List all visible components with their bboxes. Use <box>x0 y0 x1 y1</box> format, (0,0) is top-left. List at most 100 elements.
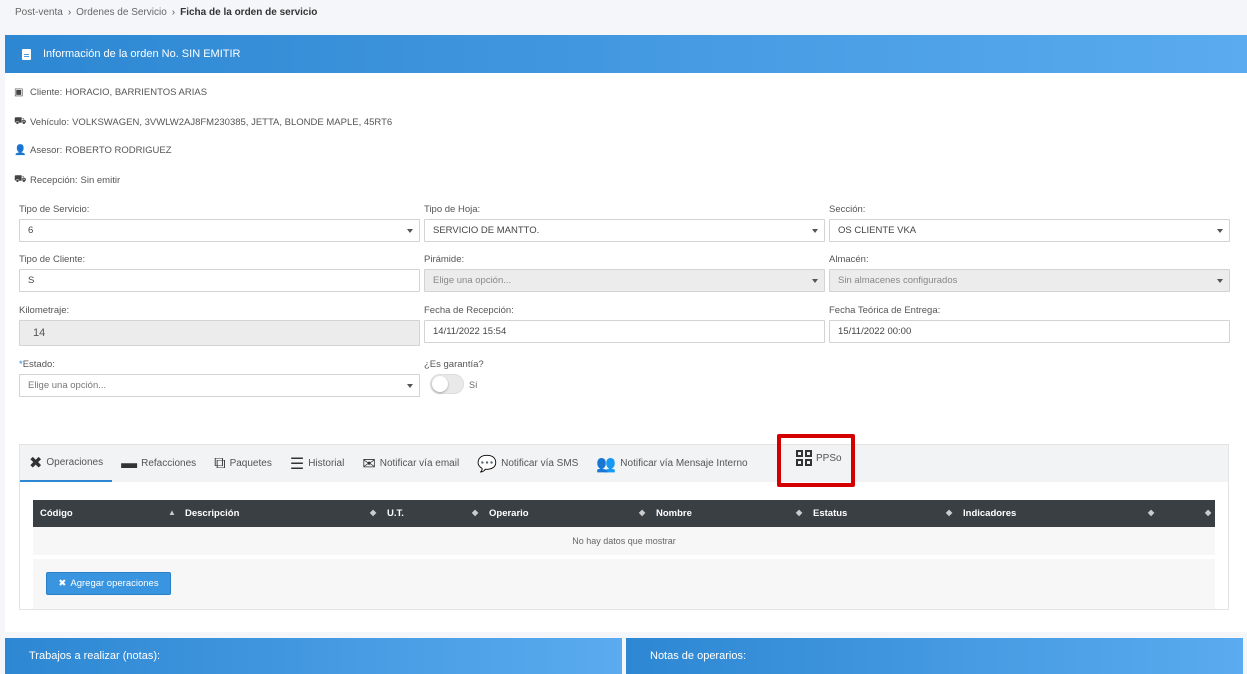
tipo-cliente-input[interactable]: S <box>19 269 420 292</box>
notes-title: Trabajos a realizar (notas): <box>29 650 161 662</box>
estado-label-text: Estado: <box>22 359 55 370</box>
sort-icon[interactable]: ◆ <box>1148 508 1154 517</box>
document-icon <box>22 48 31 60</box>
kilometraje-value: 14 <box>33 327 46 339</box>
table-footer: ✖ Agregar operaciones <box>33 559 1215 609</box>
fecha-recepcion-value: 14/11/2022 15:54 <box>433 326 507 337</box>
tab-label: Notificar vía Mensaje Interno <box>620 458 748 469</box>
col-descripcion[interactable]: Descripción <box>185 508 239 519</box>
tools-icon: ✖ <box>29 454 43 472</box>
user-check-icon: 👤 <box>14 145 27 156</box>
almacen-select[interactable]: Sin almacenes configurados <box>829 269 1230 292</box>
estado-label: *Estado: <box>19 359 55 370</box>
col-operario[interactable]: Operario <box>489 508 529 519</box>
caret-down-icon <box>407 229 413 233</box>
col-ut[interactable]: U.T. <box>387 508 404 519</box>
tipo-hoja-select[interactable]: SERVICIO DE MANTTO. <box>424 219 825 242</box>
id-card-icon: ▣ <box>14 87 24 98</box>
garantia-toggle[interactable] <box>430 374 464 394</box>
chevron-right-icon: › <box>171 7 176 18</box>
piramide-select[interactable]: Elige una opción... <box>424 269 825 292</box>
tab-label: Notificar vía email <box>379 458 460 469</box>
tipo-servicio-label: Tipo de Servicio: <box>19 204 90 215</box>
sort-icon[interactable]: ◆ <box>639 508 645 517</box>
sort-icon[interactable]: ◆ <box>1205 508 1211 517</box>
tab-refacciones[interactable]: ▬ Refacciones <box>112 445 205 482</box>
highlight-box <box>777 434 855 487</box>
chevron-right-icon: › <box>67 7 72 18</box>
tipo-servicio-value: 6 <box>28 225 34 236</box>
add-operations-button[interactable]: ✖ Agregar operaciones <box>46 572 171 595</box>
cliente-value: HORACIO, BARRIENTOS ARIAS <box>65 87 208 98</box>
tab-label: Refacciones <box>141 458 197 469</box>
caret-down-icon <box>1217 229 1223 233</box>
tab-notificar-sms[interactable]: 💬 Notificar vía SMS <box>468 445 587 482</box>
col-codigo[interactable]: Código <box>40 508 73 519</box>
seccion-select[interactable]: OS CLIENTE VKA <box>829 219 1230 242</box>
empty-message: No hay datos que mostrar <box>33 527 1215 555</box>
operator-notes-title: Notas de operarios: <box>650 650 746 662</box>
garantia-toggle-label: Sí <box>469 380 478 390</box>
col-estatus[interactable]: Estatus <box>813 508 847 519</box>
tab-label: Notificar vía SMS <box>501 458 579 469</box>
vehiculo-value: VOLKSWAGEN, 3VWLW2AJ8FM230385, JETTA, BL… <box>72 117 393 128</box>
asesor-label: Asesor: <box>30 145 63 156</box>
vehiculo-label: Vehículo: <box>30 117 70 128</box>
table-header: Código ▲ Descripción ◆ U.T. ◆ Operario ◆… <box>33 500 1215 527</box>
tools-icon: ✖ <box>58 578 67 589</box>
col-indicadores[interactable]: Indicadores <box>963 508 1016 519</box>
comments-icon: 💬 <box>477 455 498 473</box>
estado-select[interactable]: Elige una opción... <box>19 374 420 397</box>
tab-notificar-email[interactable]: ✉ Notificar vía email <box>353 445 468 482</box>
caret-down-icon <box>812 229 818 233</box>
sort-icon[interactable]: ◆ <box>370 508 376 517</box>
envelope-icon: ✉ <box>362 455 376 473</box>
seccion-label: Sección: <box>829 204 866 215</box>
sort-asc-icon[interactable]: ▲ <box>168 508 176 517</box>
caret-down-icon <box>812 279 818 283</box>
sort-icon[interactable]: ◆ <box>946 508 952 517</box>
breadcrumb-post-venta[interactable]: Post-venta <box>15 7 63 18</box>
tab-historial[interactable]: ☰ Historial <box>281 445 353 482</box>
tab-notificar-interno[interactable]: 👥 Notificar vía Mensaje Interno <box>587 445 756 482</box>
tab-label: Operaciones <box>46 457 104 468</box>
piramide-label: Pirámide: <box>424 254 465 265</box>
tab-paquetes[interactable]: ⧉ Paquetes <box>205 445 281 482</box>
garantia-label: ¿Es garantía? <box>424 359 484 370</box>
fecha-recepcion-input[interactable]: 14/11/2022 15:54 <box>424 320 825 343</box>
tipo-cliente-label: Tipo de Cliente: <box>19 254 86 265</box>
kilometraje-label: Kilometraje: <box>19 305 70 316</box>
battery-icon: ▬ <box>121 454 138 472</box>
sort-icon[interactable]: ◆ <box>796 508 802 517</box>
breadcrumb-current: Ficha de la orden de servicio <box>180 7 318 18</box>
tipo-hoja-label: Tipo de Hoja: <box>424 204 481 215</box>
info-asesor: 👤 Asesor: ROBERTO RODRIGUEZ <box>14 145 172 156</box>
tab-label: Historial <box>308 458 345 469</box>
recepcion-label: Recepción: <box>30 175 78 186</box>
sort-icon[interactable]: ◆ <box>472 508 478 517</box>
col-nombre[interactable]: Nombre <box>656 508 692 519</box>
estado-value: Elige una opción... <box>28 380 107 391</box>
car-icon: ⛟ <box>14 174 27 185</box>
kilometraje-input[interactable]: 14 <box>19 320 420 346</box>
operator-notes-card-header: Notas de operarios: <box>626 638 1243 674</box>
breadcrumb: Post-venta › Ordenes de Servicio › Ficha… <box>15 7 317 18</box>
tab-operaciones[interactable]: ✖ Operaciones <box>20 445 113 482</box>
fecha-entrega-input[interactable]: 15/11/2022 00:00 <box>829 320 1230 343</box>
caret-down-icon <box>1217 279 1223 283</box>
notes-card-header: Trabajos a realizar (notas): <box>5 638 622 674</box>
tipo-servicio-select[interactable]: 6 <box>19 219 420 242</box>
info-vehiculo: ⛟ Vehículo: VOLKSWAGEN, 3VWLW2AJ8FM23038… <box>14 116 392 129</box>
list-icon: ☰ <box>289 455 305 473</box>
piramide-value: Elige una opción... <box>433 275 512 286</box>
fecha-entrega-label: Fecha Teórica de Entrega: <box>829 305 941 316</box>
seccion-value: OS CLIENTE VKA <box>838 225 917 236</box>
page-title: Información de la orden No. SIN EMITIR <box>43 48 241 60</box>
recepcion-value: Sin emitir <box>80 175 121 186</box>
breadcrumb-ordenes[interactable]: Ordenes de Servicio <box>76 7 167 18</box>
fecha-recepcion-label: Fecha de Recepción: <box>424 305 514 316</box>
info-cliente: ▣ Cliente: HORACIO, BARRIENTOS ARIAS <box>14 87 207 98</box>
car-icon: ⛟ <box>14 116 27 127</box>
tipo-cliente-value: S <box>28 275 35 286</box>
tab-bar: ✖ Operaciones ▬ Refacciones ⧉ Paquetes ☰… <box>20 434 1228 487</box>
